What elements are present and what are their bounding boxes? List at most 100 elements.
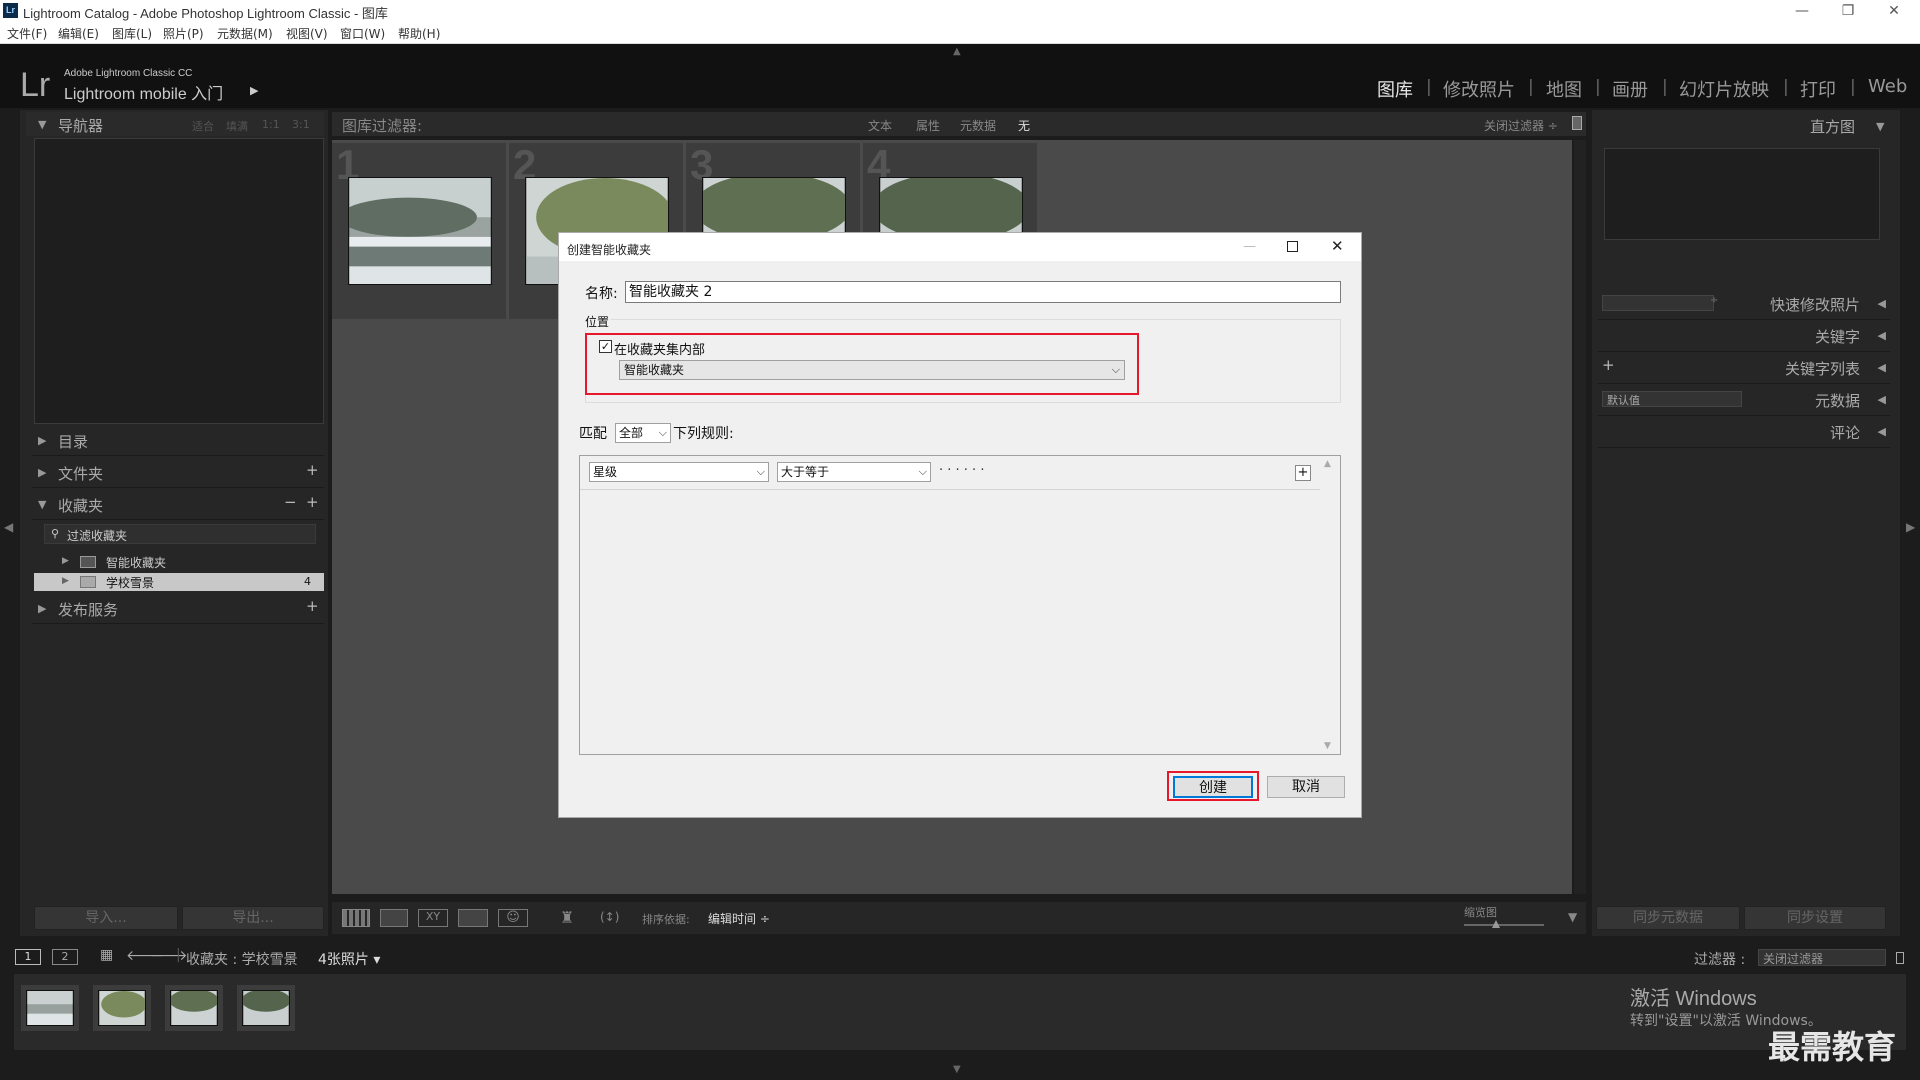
toolbar-menu-icon[interactable]: ▼ — [1568, 910, 1577, 924]
module-map[interactable]: 地图 — [1546, 76, 1582, 102]
menu-photo[interactable]: 照片(P) — [163, 25, 204, 42]
lightroom-mobile-link[interactable]: Lightroom mobile 入门 — [64, 80, 223, 104]
quick-develop-expand-icon[interactable]: ◀ — [1878, 297, 1886, 310]
add-keyword-icon[interactable]: + — [1602, 356, 1615, 374]
collapse-top-arrow-icon[interactable]: ▲ — [953, 46, 961, 57]
filmstrip[interactable] — [14, 974, 1906, 1050]
collection-set-select[interactable]: 智能收藏夹 ⌵ — [619, 360, 1125, 380]
grid-view-icon[interactable] — [342, 909, 370, 927]
collection-item-smart[interactable]: ▶ 智能收藏夹 — [34, 552, 324, 572]
compare-view-icon[interactable]: XY — [418, 909, 448, 927]
people-view-icon[interactable]: ☺ — [498, 909, 528, 927]
scroll-up-icon[interactable]: ▲ — [1324, 459, 1331, 469]
sort-select[interactable]: 编辑时间 ÷ — [708, 910, 770, 927]
folders-panel-header[interactable]: ▶ 文件夹 + — [32, 458, 324, 488]
zoom-1-1[interactable]: 1:1 — [262, 118, 280, 131]
zoom-3-1[interactable]: 3:1 — [292, 118, 310, 131]
filter-metadata[interactable]: 元数据 — [960, 117, 996, 134]
publish-panel-header[interactable]: ▶ 发布服务 + — [32, 594, 324, 624]
grid-cell-1[interactable]: 1 — [332, 141, 506, 319]
filmstrip-filter-select[interactable]: 关闭过滤器 — [1758, 949, 1886, 966]
expand-arrow-icon[interactable]: ▶ — [62, 556, 69, 566]
keywording-header[interactable]: 关键字 ◀ — [1598, 320, 1890, 352]
loupe-view-icon[interactable] — [380, 909, 408, 927]
export-button[interactable]: 导出... — [182, 906, 324, 930]
sync-metadata-button[interactable]: 同步元数据 — [1596, 906, 1740, 930]
add-collection-icon[interactable]: + — [306, 493, 319, 511]
filmstrip-thumb-4[interactable] — [237, 985, 295, 1031]
keyword-list-header[interactable]: + 关键字列表 ◀ — [1598, 352, 1890, 384]
grid-scrollbar[interactable] — [1574, 140, 1586, 894]
slider-handle-icon[interactable] — [1492, 920, 1500, 928]
module-library[interactable]: 图库 — [1377, 76, 1413, 102]
navigator-collapse-icon[interactable]: ▼ — [38, 118, 46, 131]
photo-thumbnail[interactable] — [242, 990, 290, 1026]
collapse-bottom-arrow-icon[interactable]: ▼ — [953, 1064, 961, 1075]
dialog-maximize-icon[interactable] — [1287, 241, 1298, 252]
collection-name-input[interactable]: 智能收藏夹 2 — [625, 281, 1341, 303]
rule-operator-select[interactable]: 大于等于 ⌵ — [777, 462, 931, 482]
saved-preset-select[interactable] — [1602, 295, 1714, 311]
quick-develop-header[interactable]: ÷ 快速修改照片 ◀ — [1598, 288, 1890, 320]
rating-stars[interactable]: · · · · · · — [939, 463, 984, 478]
filmstrip-thumb-1[interactable] — [21, 985, 79, 1031]
menu-metadata[interactable]: 元数据(M) — [217, 25, 273, 42]
photo-thumbnail[interactable] — [26, 990, 74, 1026]
photo-thumbnail[interactable] — [98, 990, 146, 1026]
primary-window-button[interactable]: 1 — [15, 949, 41, 965]
forward-arrow-icon[interactable]: 🡒 — [150, 947, 188, 964]
module-develop[interactable]: 修改照片 — [1443, 76, 1515, 102]
dialog-minimize-icon[interactable]: — — [1243, 239, 1256, 254]
close-filter-select[interactable]: 关闭过滤器 ÷ — [1484, 117, 1558, 134]
publish-expand-icon[interactable]: ▶ — [38, 602, 46, 615]
collection-item-school-snow[interactable]: ▶ 学校雪景 4 — [34, 573, 324, 591]
collapse-left-arrow-icon[interactable]: ◀ — [4, 520, 13, 534]
filter-none[interactable]: 无 — [1018, 117, 1030, 134]
filter-lock-icon[interactable] — [1896, 952, 1904, 964]
cancel-button[interactable]: 取消 — [1267, 776, 1345, 798]
collections-panel-header[interactable]: ▼ 收藏夹 − + — [32, 490, 324, 520]
menu-view[interactable]: 视图(V) — [286, 25, 328, 42]
add-folder-icon[interactable]: + — [306, 461, 319, 479]
module-slideshow[interactable]: 幻灯片放映 — [1679, 76, 1769, 102]
filmstrip-thumb-2[interactable] — [93, 985, 151, 1031]
menu-library[interactable]: 图库(L) — [112, 25, 152, 42]
add-rule-button[interactable]: + — [1295, 465, 1311, 481]
thumbnail-size-slider[interactable] — [1464, 924, 1544, 926]
filmstrip-thumb-3[interactable] — [165, 985, 223, 1031]
navigator-header[interactable]: ▼ 导航器 适合 填满 1:1 3:1 — [26, 112, 324, 136]
filter-text[interactable]: 文本 — [868, 117, 892, 134]
folders-expand-icon[interactable]: ▶ — [38, 466, 46, 479]
menu-file[interactable]: 文件(F) — [7, 25, 47, 42]
collections-collapse-icon[interactable]: ▼ — [38, 498, 46, 511]
keywording-expand-icon[interactable]: ◀ — [1878, 329, 1886, 342]
photo-thumbnail[interactable] — [348, 177, 492, 285]
sync-settings-button[interactable]: 同步设置 — [1744, 906, 1886, 930]
remove-collection-icon[interactable]: − — [284, 493, 297, 511]
module-print[interactable]: 打印 — [1800, 76, 1836, 102]
import-button[interactable]: 导入... — [34, 906, 178, 930]
create-button[interactable]: 创建 — [1173, 776, 1253, 798]
comments-expand-icon[interactable]: ◀ — [1878, 425, 1886, 438]
catalog-expand-icon[interactable]: ▶ — [38, 434, 46, 447]
inside-collection-set-checkbox[interactable]: ✓ — [599, 340, 612, 353]
metadata-header[interactable]: 默认值 元数据 ◀ — [1598, 384, 1890, 416]
zoom-fit[interactable]: 适合 — [192, 118, 214, 134]
keyword-list-expand-icon[interactable]: ◀ — [1878, 361, 1886, 374]
catalog-panel-header[interactable]: ▶ 目录 — [32, 426, 324, 456]
metadata-expand-icon[interactable]: ◀ — [1878, 393, 1886, 406]
expand-arrow-icon[interactable]: ▶ — [62, 576, 69, 586]
photo-thumbnail[interactable] — [170, 990, 218, 1026]
survey-view-icon[interactable] — [458, 909, 488, 927]
histogram-collapse-icon[interactable]: ▼ — [1876, 120, 1884, 133]
filter-attribute[interactable]: 属性 — [916, 117, 940, 134]
sort-direction-icon[interactable]: (↕) — [600, 910, 619, 924]
collapse-right-arrow-icon[interactable]: ▶ — [1906, 520, 1915, 534]
add-publish-icon[interactable]: + — [306, 597, 319, 615]
filmstrip-source[interactable]: 收藏夹 : 学校雪景 — [186, 949, 298, 969]
comments-header[interactable]: 评论 ◀ — [1598, 416, 1890, 448]
menu-edit[interactable]: 编辑(E) — [58, 25, 99, 42]
secondary-window-button[interactable]: 2 — [52, 949, 78, 965]
spray-can-icon[interactable]: ♜ — [560, 908, 574, 927]
minimize-button[interactable]: — — [1782, 0, 1822, 22]
